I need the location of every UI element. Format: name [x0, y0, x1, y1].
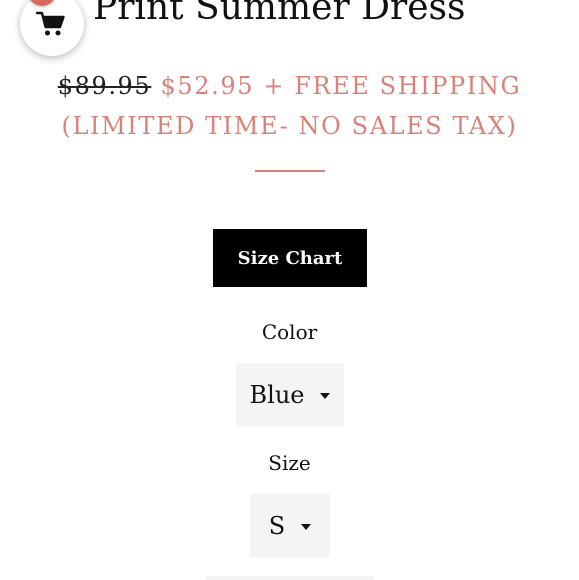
sale-price: $52.95 + FREE SHIPPING — [151, 72, 522, 100]
color-label: Color — [261, 320, 318, 344]
color-select-value: Blue — [249, 381, 305, 409]
cart-icon — [35, 6, 66, 42]
accent-divider — [255, 170, 325, 172]
promo-text: (LIMITED TIME- NO SALES TAX) — [61, 112, 518, 140]
original-price: $89.95 — [57, 72, 152, 100]
quantity-field-partial[interactable] — [206, 576, 374, 580]
product-title: Print Summer Dress — [93, 0, 466, 28]
size-chart-button[interactable]: Size Chart — [213, 229, 367, 287]
size-select[interactable]: S — [250, 494, 330, 558]
caret-down-icon — [301, 524, 312, 530]
cart-button[interactable]: 0 — [20, 0, 84, 56]
size-select-value: S — [268, 512, 286, 540]
price-block: $89.95 $52.95 + FREE SHIPPING (LIMITED T… — [0, 66, 579, 146]
color-select[interactable]: Blue — [236, 363, 344, 427]
caret-down-icon — [320, 393, 331, 399]
price-line: $89.95 $52.95 + FREE SHIPPING — [0, 66, 579, 106]
size-label: Size — [268, 451, 311, 475]
